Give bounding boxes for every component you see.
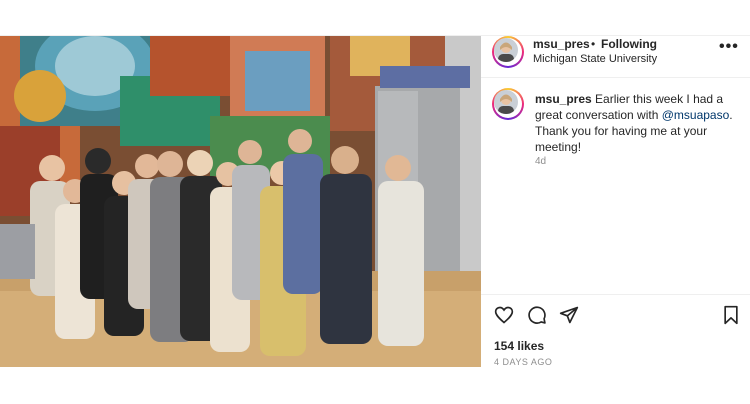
share-icon[interactable] <box>559 305 579 325</box>
caption-profile-photo <box>494 90 518 114</box>
action-bar: 154 likes 4 DAYS AGO <box>481 294 750 367</box>
like-count[interactable]: 154 likes <box>494 339 544 353</box>
location-link[interactable]: Michigan State University <box>533 53 657 65</box>
profile-photo <box>494 38 518 62</box>
username-link[interactable]: msu_pres <box>533 37 590 51</box>
caption-text: msu_pres Earlier this week I had a great… <box>535 91 745 155</box>
avatar[interactable] <box>492 36 524 68</box>
heart-icon[interactable] <box>494 305 514 325</box>
caption-username[interactable]: msu_pres <box>535 92 592 106</box>
more-options-icon[interactable]: ••• <box>719 38 739 56</box>
instagram-post: msu_pres • Following Michigan State Univ… <box>0 35 750 367</box>
post-photo[interactable] <box>0 36 481 367</box>
comment-icon[interactable] <box>527 305 547 325</box>
caption-age: 4d <box>535 156 547 167</box>
post-header: msu_pres • Following Michigan State Univ… <box>481 36 750 78</box>
following-button[interactable]: Following <box>601 37 657 51</box>
group-photo-illustration <box>0 36 481 367</box>
separator-dot: • <box>591 37 596 51</box>
mention-link[interactable]: @msuapaso <box>662 108 730 122</box>
post-timestamp[interactable]: 4 DAYS AGO <box>494 357 552 367</box>
caption-avatar[interactable] <box>492 88 524 120</box>
bookmark-icon[interactable] <box>721 305 741 325</box>
post-side-panel: msu_pres • Following Michigan State Univ… <box>481 36 750 367</box>
